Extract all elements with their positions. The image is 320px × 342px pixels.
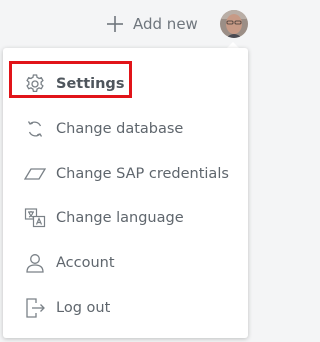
menu-item-label: Change language	[56, 210, 184, 226]
user-icon	[23, 251, 47, 275]
translate-icon	[23, 206, 47, 230]
menu-item-change-sap-credentials[interactable]: Change SAP credentials	[3, 154, 248, 194]
menu-item-label: Log out	[56, 300, 111, 316]
refresh-icon	[23, 117, 47, 141]
add-new-button[interactable]: Add new	[106, 12, 198, 36]
menu-item-label: Account	[56, 255, 115, 271]
logout-icon	[23, 296, 47, 320]
menu-item-change-database[interactable]: Change database	[3, 109, 248, 149]
menu-item-label: Change SAP credentials	[56, 166, 229, 182]
account-dropdown-menu: Settings Change database Change SAP cred…	[3, 48, 248, 338]
menu-item-label: Settings	[56, 76, 125, 92]
top-bar: Add new	[0, 0, 254, 46]
menu-item-label: Change database	[56, 121, 184, 137]
menu-item-settings[interactable]: Settings	[3, 64, 248, 104]
plus-icon	[106, 15, 124, 33]
menu-item-log-out[interactable]: Log out	[3, 288, 248, 328]
add-new-label: Add new	[133, 15, 198, 33]
menu-item-account[interactable]: Account	[3, 243, 248, 283]
gear-icon	[23, 72, 47, 96]
avatar[interactable]	[220, 10, 248, 38]
menu-item-change-language[interactable]: Change language	[3, 198, 248, 238]
parallelogram-icon	[23, 162, 47, 186]
